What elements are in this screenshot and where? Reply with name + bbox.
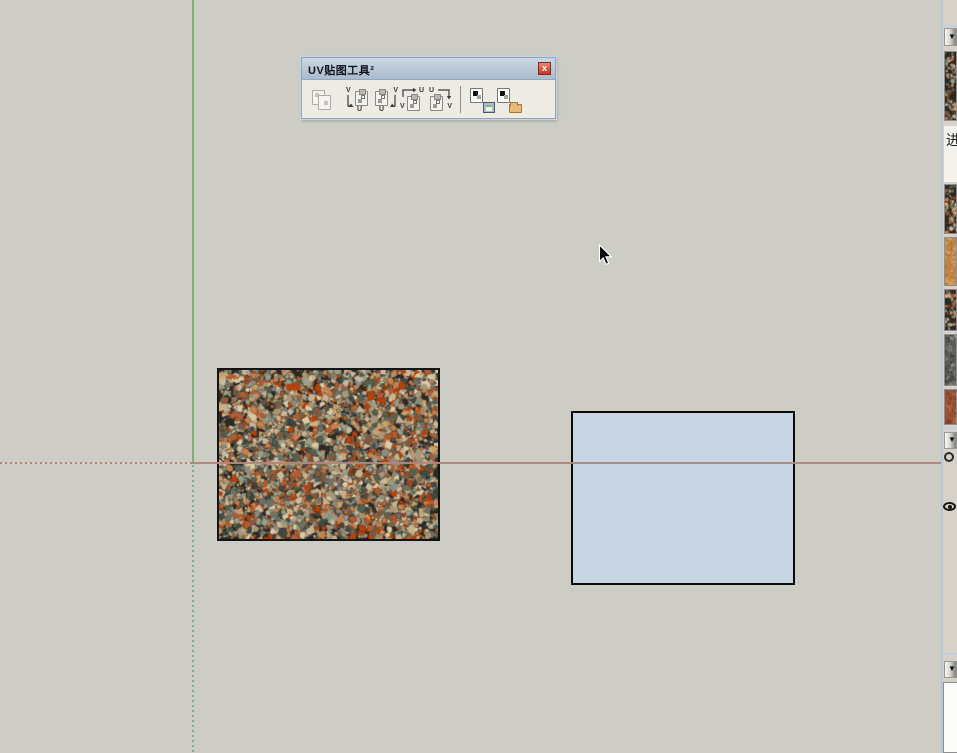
material-thumb-gravel2[interactable] [944, 289, 957, 331]
copy-page2-icon [318, 94, 331, 110]
material-thumb-brick[interactable] [944, 389, 957, 425]
material-thumb-canvas [945, 238, 956, 285]
bottom-list-box[interactable] [943, 682, 957, 753]
red-axis-line [192, 462, 941, 464]
elbow-arrow-icon [390, 94, 396, 107]
mouse-cursor-icon [598, 244, 613, 266]
sketchup-app: UV贴图工具² x V U V U U V U V ▼ 进 ▼ ▼ [0, 0, 957, 753]
material-thumb-canvas [945, 335, 956, 385]
red-axis-dotted-line [0, 462, 192, 464]
page-icon [470, 87, 483, 103]
panel-edge-accent [941, 0, 943, 753]
panel-divider [943, 25, 957, 27]
right-panel-sliver: ▼ 进 ▼ ▼ [941, 0, 957, 753]
save-uv-button[interactable] [468, 86, 495, 114]
bottom-dropdown[interactable]: ▼ [944, 661, 957, 678]
layers-dropdown[interactable]: ▼ [944, 432, 957, 449]
material-thumb-canvas [945, 390, 956, 424]
paste-uv-u-right-v-button[interactable]: U V [426, 86, 453, 114]
green-axis-dotted-line [192, 465, 194, 753]
drawing-viewport[interactable]: UV贴图工具² x V U V U U V U V [0, 0, 941, 753]
panel-label-area: 进 [944, 126, 957, 182]
paste-uv-v-down-u-button[interactable]: V U [345, 86, 372, 114]
uv-tool-window: UV贴图工具² x V U V U U V U V [301, 57, 556, 119]
clipboard-icon [407, 93, 420, 111]
uv-tool-title: UV贴图工具² [308, 65, 375, 77]
chevron-down-icon: ▼ [948, 32, 956, 41]
material-thumb-canvas [945, 185, 956, 233]
panel-divider [943, 653, 957, 655]
floppy-disk-icon [483, 101, 495, 113]
material-preview-canvas [945, 52, 956, 120]
material-thumb-canvas [945, 290, 956, 330]
green-axis-line [192, 0, 194, 463]
material-thumb-gravel[interactable] [944, 184, 957, 234]
panel-partial-label: 进 [946, 132, 957, 148]
panel-divider [943, 427, 957, 429]
clipboard-icon [375, 88, 388, 106]
close-icon[interactable]: x [538, 62, 551, 75]
uv-tool-toolbar: V U V U U V U V [302, 80, 555, 119]
untextured-face[interactable] [571, 411, 795, 585]
load-uv-button[interactable] [495, 86, 522, 114]
paste-uv-up-u-v-button[interactable]: U V [399, 86, 426, 114]
material-preview-swatch[interactable] [944, 51, 957, 121]
clipboard-icon [430, 93, 443, 111]
material-thumb-dark[interactable] [944, 334, 957, 386]
toolbar-separator [460, 86, 461, 113]
paste-uv-u-down-v-button[interactable]: V U [372, 86, 399, 114]
eye-visibility-icon[interactable] [943, 502, 956, 511]
chevron-down-icon: ▼ [948, 435, 956, 444]
material-dropdown[interactable]: ▼ [944, 28, 957, 46]
copy-uv-button[interactable] [309, 86, 336, 114]
folder-icon [509, 101, 522, 113]
textured-face[interactable] [217, 368, 440, 541]
page-icon [497, 87, 510, 103]
chevron-down-icon: ▼ [948, 664, 956, 673]
gravel-texture-canvas [219, 370, 438, 539]
uv-tool-titlebar[interactable]: UV贴图工具² x [302, 58, 555, 80]
radio-circle-icon[interactable] [944, 452, 954, 462]
material-thumb-orange[interactable] [944, 237, 957, 286]
clipboard-icon [355, 88, 368, 106]
